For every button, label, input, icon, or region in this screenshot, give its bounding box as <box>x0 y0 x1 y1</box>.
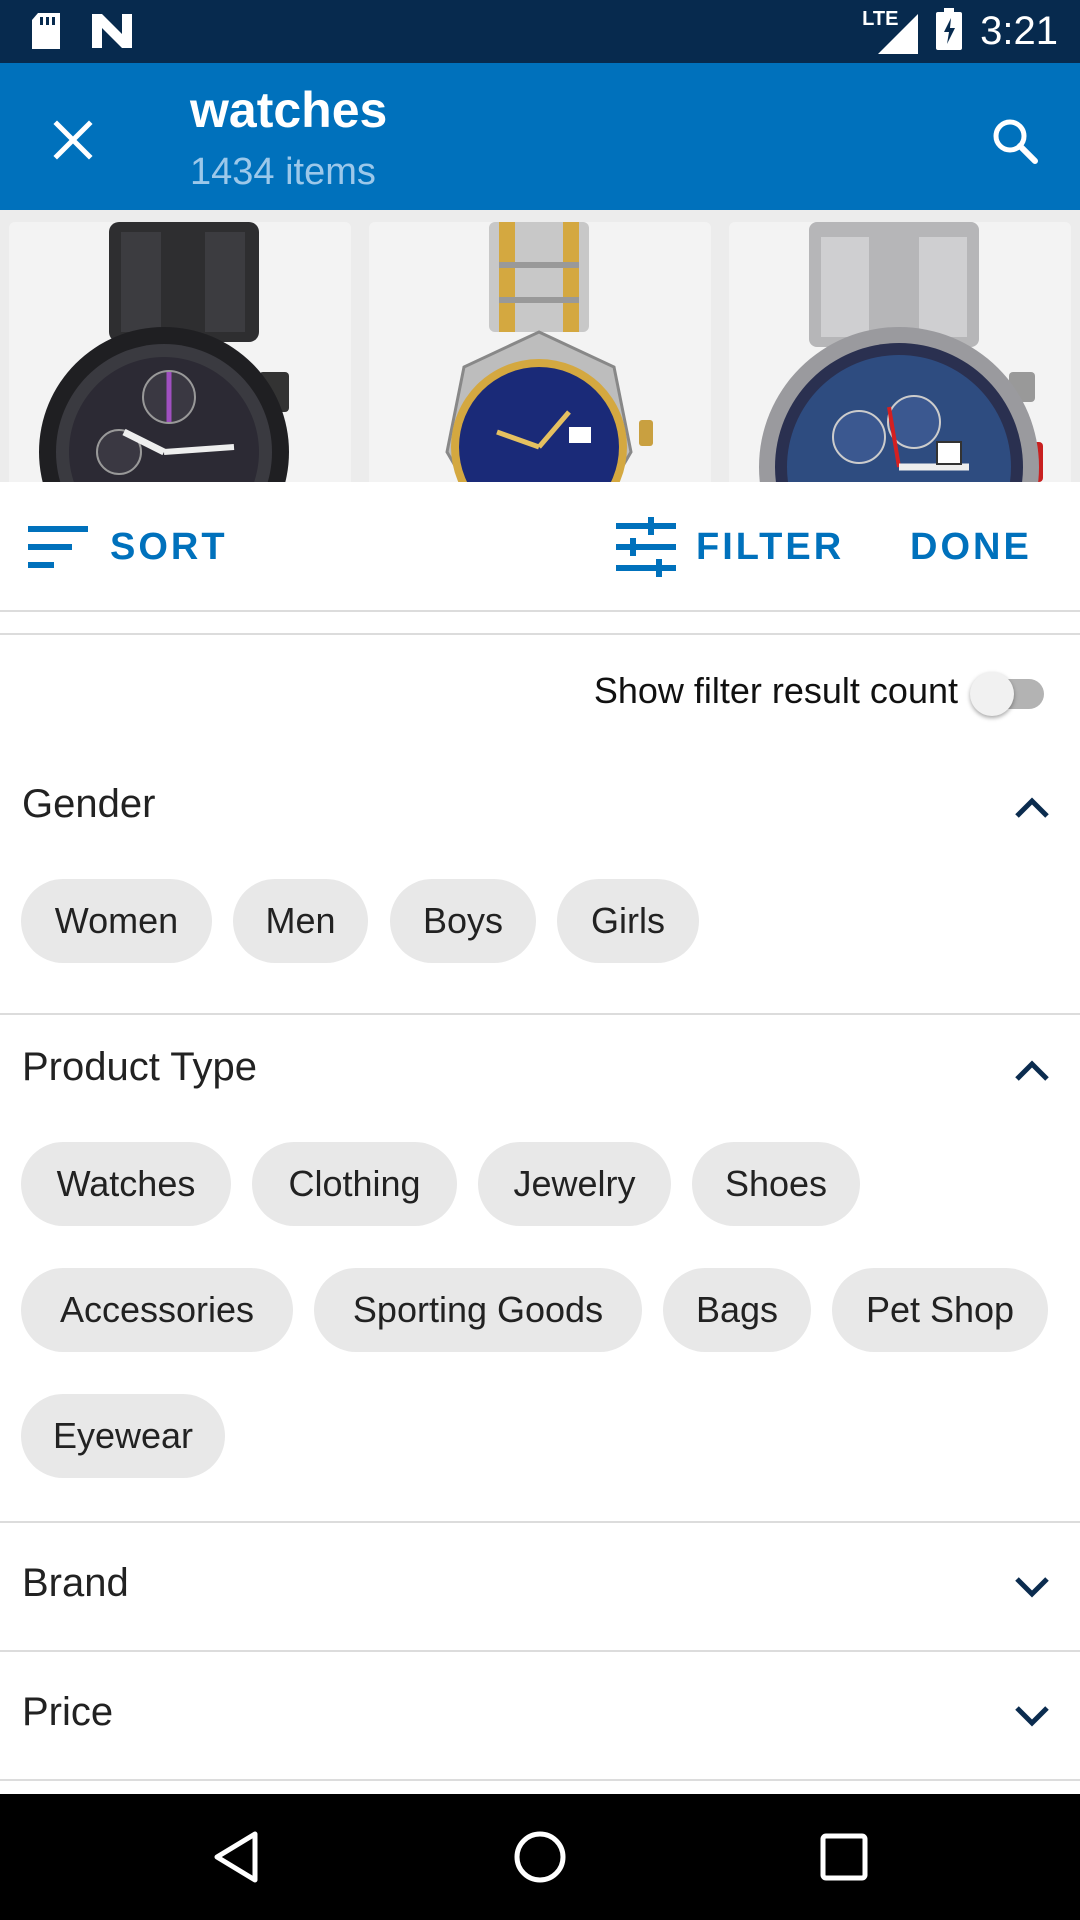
chevron-down-icon <box>1012 1696 1052 1736</box>
recents-icon <box>820 1833 868 1881</box>
chip-shoes[interactable]: Shoes <box>692 1142 860 1226</box>
section-title: Brand <box>22 1561 129 1605</box>
filter-sliders-icon <box>616 517 676 577</box>
chip-clothing[interactable]: Clothing <box>252 1142 457 1226</box>
brand-section: Brand <box>0 1523 1080 1652</box>
sort-button[interactable]: SORT <box>28 522 228 572</box>
chip-boys[interactable]: Boys <box>390 879 536 963</box>
gender-section: Gender Women Men Boys Girls <box>0 752 1080 1015</box>
sort-label: SORT <box>110 525 228 568</box>
search-query-title: watches <box>190 82 388 138</box>
price-section: Price <box>0 1652 1080 1781</box>
recents-button[interactable] <box>814 1827 874 1887</box>
result-count-toggle-row: Show filter result count <box>0 662 1080 724</box>
back-button[interactable] <box>206 1827 266 1887</box>
chevron-down-icon <box>1012 1567 1052 1607</box>
product-type-section: Product Type Watches Clothing Jewelry Sh… <box>0 1015 1080 1523</box>
watch-image <box>39 222 289 482</box>
section-title: Gender <box>22 782 156 826</box>
chip-eyewear[interactable]: Eyewear <box>21 1394 225 1478</box>
gender-header[interactable]: Gender <box>0 752 1080 862</box>
sort-filter-bar: SORT FILTER DONE <box>0 482 1080 612</box>
search-button[interactable] <box>980 106 1050 176</box>
network-type: LTE <box>862 7 899 30</box>
chip-watches[interactable]: Watches <box>21 1142 231 1226</box>
filter-sheet: SORT FILTER DONE Show filter result coun… <box>0 482 1080 1794</box>
status-left <box>30 13 132 54</box>
chip-accessories[interactable]: Accessories <box>21 1268 293 1352</box>
done-button[interactable]: DONE <box>910 522 1032 572</box>
search-icon <box>993 119 1038 164</box>
sd-card-icon <box>30 13 62 54</box>
sort-icon <box>28 526 88 568</box>
chip-jewelry[interactable]: Jewelry <box>478 1142 671 1226</box>
watch-image <box>759 222 1043 482</box>
signal-icon: LTE <box>862 8 919 54</box>
app-bar: watches 1434 items <box>0 63 1080 210</box>
chip-women[interactable]: Women <box>21 879 212 963</box>
price-header[interactable]: Price <box>0 1660 1080 1770</box>
result-count-switch[interactable] <box>970 672 1050 716</box>
system-nav-bar <box>0 1794 1080 1920</box>
chip-sporting-goods[interactable]: Sporting Goods <box>314 1268 642 1352</box>
filter-label: FILTER <box>696 525 845 568</box>
back-icon <box>214 1831 258 1883</box>
chip-men[interactable]: Men <box>233 879 368 963</box>
chip-pet-shop[interactable]: Pet Shop <box>832 1268 1048 1352</box>
product-card[interactable] <box>729 222 1071 482</box>
toggle-label: Show filter result count <box>593 670 958 711</box>
product-card[interactable] <box>9 222 351 482</box>
status-right: LTE 3:21 <box>862 0 1058 63</box>
product-type-header[interactable]: Product Type <box>0 1015 1080 1125</box>
battery-icon <box>936 8 963 55</box>
status-bar: LTE 3:21 <box>0 0 1080 63</box>
chip-bags[interactable]: Bags <box>663 1268 811 1352</box>
home-button[interactable] <box>510 1827 570 1887</box>
close-button[interactable] <box>40 107 106 173</box>
chevron-up-icon <box>1012 788 1052 828</box>
product-card[interactable] <box>369 222 711 482</box>
product-strip <box>0 210 1080 482</box>
switch-thumb <box>970 672 1014 716</box>
clock: 3:21 <box>980 9 1058 53</box>
filter-button[interactable]: FILTER <box>616 517 844 577</box>
section-divider <box>0 1779 1080 1781</box>
watch-image <box>445 222 653 482</box>
chevron-up-icon <box>1012 1051 1052 1091</box>
brand-header[interactable]: Brand <box>0 1531 1080 1641</box>
chip-girls[interactable]: Girls <box>557 879 699 963</box>
item-count: 1434 items <box>190 151 376 193</box>
n-logo-icon <box>92 14 132 53</box>
divider <box>0 633 1080 635</box>
home-icon <box>514 1831 566 1883</box>
section-title: Product Type <box>22 1045 257 1089</box>
section-title: Price <box>22 1690 114 1734</box>
done-label: DONE <box>910 525 1032 568</box>
close-icon <box>53 120 93 160</box>
